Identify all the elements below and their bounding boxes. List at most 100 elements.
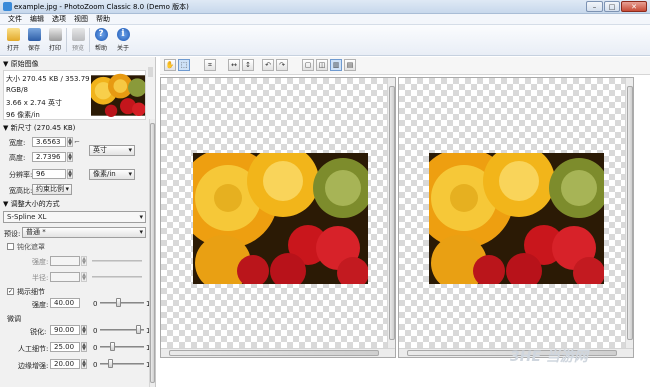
unsharp-radius-label: 半径: bbox=[32, 274, 49, 282]
view-toolbar: ✋ ⬚ ⌗ ↔ ↕ ↶ ↷ ▢ ◫ ▥ ▤ bbox=[160, 57, 650, 75]
menu-options[interactable]: 选项 bbox=[48, 14, 70, 24]
unsharp-strength-field[interactable] bbox=[50, 256, 80, 266]
toolbar-separator bbox=[89, 28, 90, 52]
original-size-text: 大小 270.45 KB / 353.79 K bbox=[6, 75, 97, 83]
fine-tune-label: 微调 bbox=[7, 315, 21, 323]
new-size-header[interactable]: ▼ 新尺寸 (270.45 KB) bbox=[3, 123, 145, 133]
minimize-button[interactable]: – bbox=[586, 1, 603, 12]
right-pane-vscroll-thumb[interactable] bbox=[627, 86, 633, 340]
sharpness-thumb[interactable] bbox=[136, 325, 141, 334]
height-label: 高度: bbox=[9, 154, 26, 162]
side-by-side-icon: ▥ bbox=[332, 61, 340, 69]
menu-view[interactable]: 视图 bbox=[70, 14, 92, 24]
detail-strength-thumb[interactable] bbox=[116, 298, 121, 307]
original-preview-pane[interactable] bbox=[160, 77, 396, 358]
unsharp-radius-spinner[interactable]: ▲ ▼ bbox=[81, 272, 87, 282]
hand-tool-button[interactable]: ✋ bbox=[164, 59, 176, 71]
width-label: 宽度: bbox=[9, 139, 26, 147]
about-button[interactable]: i 关于 bbox=[113, 27, 133, 54]
height-field[interactable]: 2.7396 bbox=[32, 152, 66, 162]
detail-strength-slider[interactable] bbox=[100, 302, 144, 304]
left-pane-vscroll-thumb[interactable] bbox=[389, 86, 395, 340]
save-label: 保存 bbox=[27, 45, 40, 52]
sharpness-field[interactable]: 90.00 bbox=[50, 325, 80, 335]
artificial-detail-field[interactable]: 25.00 bbox=[50, 342, 80, 352]
unsharp-strength-spinner[interactable]: ▲ ▼ bbox=[81, 256, 87, 266]
unsharp-radius-field[interactable] bbox=[50, 272, 80, 282]
split-pane-icon: ◫ bbox=[318, 61, 326, 69]
print-button[interactable]: 打印 bbox=[45, 27, 65, 54]
original-resolution-text: 96 像素/in bbox=[6, 111, 40, 119]
folder-icon bbox=[6, 28, 20, 41]
resolution-spinner[interactable]: ▲ ▼ bbox=[67, 169, 73, 179]
open-button[interactable]: 打开 bbox=[3, 27, 23, 54]
preview-button[interactable]: 预览 bbox=[68, 27, 88, 54]
left-pane-hscroll[interactable] bbox=[161, 348, 395, 357]
resolution-field[interactable]: 96 bbox=[32, 169, 66, 179]
crop-button[interactable]: ⌗ bbox=[204, 59, 216, 71]
split-view-button[interactable]: ◫ bbox=[316, 59, 328, 71]
title-bar: example.jpg - PhotoZoom Classic 8.0 (Dem… bbox=[0, 0, 650, 14]
artificial-detail-thumb[interactable] bbox=[110, 342, 115, 351]
edge-enhance-min: 0 bbox=[93, 361, 98, 369]
unsharp-strength-label: 强度: bbox=[32, 258, 49, 266]
fit-width-button[interactable]: ↔ bbox=[228, 59, 240, 71]
detail-strength-label: 强度: bbox=[32, 301, 49, 309]
unsharp-mask-checkbox[interactable] bbox=[7, 243, 14, 250]
left-pane-vscroll[interactable] bbox=[387, 78, 395, 348]
floppy-disk-icon bbox=[27, 28, 41, 41]
artificial-detail-min: 0 bbox=[93, 344, 98, 352]
original-image-header[interactable]: ▼ 原始图像 bbox=[3, 59, 145, 69]
artificial-detail-slider[interactable] bbox=[100, 346, 144, 348]
menu-edit[interactable]: 编辑 bbox=[26, 14, 48, 24]
close-icon: ✕ bbox=[631, 2, 637, 11]
resolution-unit-dropdown[interactable]: 像素/in bbox=[89, 169, 135, 180]
rotate-left-button[interactable]: ↶ bbox=[262, 59, 274, 71]
reveal-detail-checkbox[interactable]: ✓ bbox=[7, 288, 14, 295]
side-by-side-button[interactable]: ▥ bbox=[330, 59, 342, 71]
preset-label: 预设: bbox=[4, 230, 21, 238]
result-preview-pane[interactable] bbox=[398, 77, 634, 358]
edge-enhance-label: 边缘增强: bbox=[18, 362, 49, 370]
sharpness-spinner[interactable]: ▲ ▼ bbox=[81, 325, 87, 335]
unsharp-radius-slider[interactable] bbox=[92, 276, 142, 278]
vertical-arrows-icon: ↕ bbox=[245, 61, 251, 69]
original-thumbnail bbox=[91, 73, 145, 117]
rotate-right-button[interactable]: ↷ bbox=[276, 59, 288, 71]
help-button[interactable]: ? 帮助 bbox=[91, 27, 111, 54]
info-icon: i bbox=[116, 28, 130, 41]
panel-scroll-thumb[interactable] bbox=[150, 123, 155, 383]
resize-method-header[interactable]: ▼ 调整大小的方式 bbox=[3, 199, 145, 209]
edge-enhance-field[interactable]: 20.00 bbox=[50, 359, 80, 369]
panel-scrollbar[interactable] bbox=[149, 119, 155, 387]
fit-height-button[interactable]: ↕ bbox=[242, 59, 254, 71]
unsharp-strength-slider[interactable] bbox=[92, 260, 142, 262]
original-header-label: 原始图像 bbox=[10, 60, 39, 68]
edge-enhance-slider[interactable] bbox=[100, 363, 144, 365]
save-button[interactable]: 保存 bbox=[24, 27, 44, 54]
edge-enhance-thumb[interactable] bbox=[108, 359, 113, 368]
edge-enhance-spinner[interactable]: ▲ ▼ bbox=[81, 359, 87, 369]
about-label: 关于 bbox=[116, 45, 129, 52]
select-tool-button[interactable]: ⬚ bbox=[178, 59, 190, 71]
size-unit-dropdown[interactable]: 英寸 bbox=[89, 145, 135, 156]
height-spinner[interactable]: ▲ ▼ bbox=[67, 152, 73, 162]
single-view-button[interactable]: ▢ bbox=[302, 59, 314, 71]
artificial-detail-spinner[interactable]: ▲ ▼ bbox=[81, 342, 87, 352]
stacked-pane-icon: ▤ bbox=[346, 61, 354, 69]
left-pane-hscroll-thumb[interactable] bbox=[169, 350, 379, 356]
width-spinner[interactable]: ▲ ▼ bbox=[67, 137, 73, 147]
stacked-view-button[interactable]: ▤ bbox=[344, 59, 356, 71]
algorithm-dropdown[interactable]: S-Spline XL bbox=[3, 211, 146, 223]
maximize-button[interactable]: □ bbox=[604, 1, 620, 12]
panel-splitter[interactable] bbox=[148, 67, 153, 77]
right-pane-vscroll[interactable] bbox=[625, 78, 633, 348]
detail-strength-field[interactable]: 40.00 bbox=[50, 298, 80, 308]
width-field[interactable]: 3.6563 bbox=[32, 137, 66, 147]
menu-help[interactable]: 帮助 bbox=[92, 14, 114, 24]
menu-file[interactable]: 文件 bbox=[4, 14, 26, 24]
aspect-ratio-dropdown[interactable]: 约束比例 bbox=[32, 184, 72, 195]
close-button[interactable]: ✕ bbox=[621, 1, 647, 12]
preset-dropdown[interactable]: 普通 * bbox=[22, 227, 146, 238]
link-chain-icon[interactable]: ⌐ bbox=[74, 138, 80, 146]
